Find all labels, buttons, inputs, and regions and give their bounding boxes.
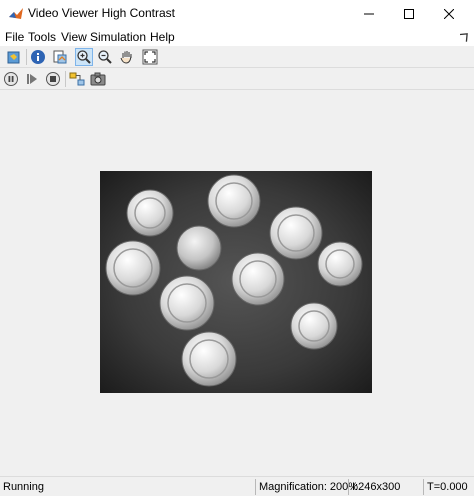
- pan-button[interactable]: [118, 48, 136, 66]
- fit-to-view-button[interactable]: [141, 48, 159, 66]
- matlab-icon: [8, 6, 24, 22]
- menu-bar: File Tools View Simulation Help: [0, 28, 474, 46]
- highlight-model-button[interactable]: [68, 70, 86, 88]
- video-viewport[interactable]: [0, 91, 474, 475]
- main-toolbar: [0, 46, 474, 68]
- coin: [126, 189, 174, 237]
- video-frame: [100, 171, 372, 393]
- dock-arrow-icon[interactable]: [460, 30, 470, 42]
- coin: [159, 275, 215, 331]
- step-forward-icon: [27, 74, 37, 84]
- status-state: Running: [3, 481, 44, 493]
- pan-hand-icon: [120, 51, 132, 64]
- menu-simulation[interactable]: Simulation: [90, 30, 146, 44]
- export-button[interactable]: [51, 48, 69, 66]
- info-button[interactable]: [29, 48, 47, 66]
- coin: [269, 206, 323, 260]
- zoom-in-icon: [77, 50, 91, 64]
- coin: [317, 241, 363, 287]
- coin: [105, 240, 161, 296]
- title-bar: Video Viewer High Contrast: [0, 0, 474, 28]
- close-icon: [444, 9, 454, 19]
- coin: [181, 331, 237, 387]
- maximize-icon: [404, 9, 414, 19]
- coin: [231, 252, 285, 306]
- simulation-toolbar: [0, 68, 474, 90]
- zoom-in-button[interactable]: [75, 48, 93, 66]
- zoom-out-button[interactable]: [96, 48, 114, 66]
- stop-icon: [46, 72, 60, 86]
- zoom-out-icon: [98, 50, 112, 64]
- menu-view[interactable]: View: [61, 30, 87, 44]
- snapshot-button[interactable]: [89, 70, 107, 88]
- menu-file[interactable]: File: [5, 30, 24, 44]
- status-time: T=0.000: [427, 481, 468, 493]
- toolbar-separator: [26, 49, 27, 65]
- snapshot-icon: [90, 72, 106, 86]
- info-icon: [31, 50, 45, 64]
- coin: [290, 302, 338, 350]
- open-model-button[interactable]: [5, 48, 23, 66]
- menu-tools[interactable]: Tools: [28, 30, 56, 44]
- coin: [176, 225, 222, 271]
- step-forward-button[interactable]: [23, 70, 41, 88]
- toolbar-separator: [65, 71, 66, 87]
- minimize-icon: [364, 13, 374, 15]
- pause-button[interactable]: [2, 70, 20, 88]
- highlight-model-icon: [69, 72, 85, 86]
- stop-button[interactable]: [44, 70, 62, 88]
- status-image-info: I:246x300: [352, 481, 401, 493]
- export-icon: [53, 50, 67, 64]
- status-magnification: Magnification: 200%: [259, 481, 359, 493]
- menu-help[interactable]: Help: [150, 30, 175, 44]
- close-button[interactable]: [426, 0, 472, 28]
- coin: [207, 174, 261, 228]
- window-title: Video Viewer High Contrast: [28, 6, 175, 20]
- fit-to-view-icon: [142, 49, 158, 65]
- status-bar: Running Magnification: 200% I:246x300 T=…: [0, 476, 474, 496]
- pause-icon: [4, 72, 18, 86]
- open-model-icon: [7, 51, 20, 64]
